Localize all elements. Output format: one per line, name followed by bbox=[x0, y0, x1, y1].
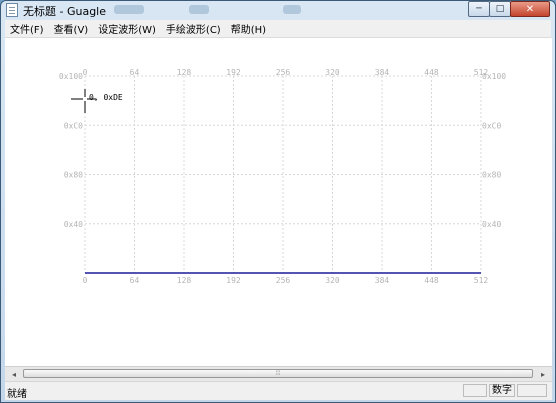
x-tick-label: 256 bbox=[276, 276, 291, 285]
y-tick-label: 0xC0 bbox=[482, 121, 501, 130]
y-tick-label: 0x40 bbox=[64, 220, 83, 229]
scroll-left-button[interactable]: ◂ bbox=[7, 367, 21, 381]
status-panel-num: 数字 bbox=[489, 384, 515, 397]
menu-view[interactable]: 查看(V) bbox=[49, 21, 94, 36]
x-tick-label: 320 bbox=[325, 276, 340, 285]
x-tick-label: 448 bbox=[424, 68, 439, 77]
title-bar[interactable]: 无标题 - Guagle ─ □ ✕ bbox=[1, 1, 555, 20]
x-tick-label: 384 bbox=[375, 68, 390, 77]
status-text: 就绪 bbox=[7, 389, 27, 400]
status-bar: 就绪 数字 bbox=[5, 381, 552, 400]
x-tick-label: 384 bbox=[375, 276, 390, 285]
menu-bar: 文件(F) 查看(V) 设定波形(W) 手绘波形(C) 帮助(H) bbox=[5, 20, 551, 38]
blurred-region bbox=[189, 5, 209, 14]
waveform-plot[interactable]: 0 64 128 192 256 320 384 448 512 0 64 128 192 256 320… bbox=[5, 38, 552, 366]
x-tick-label: 320 bbox=[325, 68, 340, 77]
blurred-region bbox=[283, 5, 301, 14]
app-window: 无标题 - Guagle ─ □ ✕ 文件(F) 查看(V) 设定波形(W) 手… bbox=[0, 0, 556, 403]
horizontal-scrollbar[interactable]: ◂ ⦙⦙⦙ ▸ bbox=[5, 366, 552, 381]
waveform-canvas-area[interactable]: 0 64 128 192 256 320 384 448 512 0 64 128 192 256 320… bbox=[5, 38, 552, 366]
x-tick-label: 256 bbox=[276, 68, 291, 77]
menu-help[interactable]: 帮助(H) bbox=[226, 21, 271, 36]
x-tick-label: 128 bbox=[177, 276, 192, 285]
maximize-button[interactable]: □ bbox=[489, 1, 511, 17]
menu-file[interactable]: 文件(F) bbox=[5, 21, 49, 36]
window-title: 无标题 - Guagle bbox=[23, 5, 107, 18]
x-tick-label: 192 bbox=[226, 68, 241, 77]
x-tick-label: 0 bbox=[83, 68, 88, 77]
x-tick-label: 448 bbox=[424, 276, 439, 285]
app-icon[interactable] bbox=[6, 3, 18, 17]
menu-set-waveform[interactable]: 设定波形(W) bbox=[93, 21, 161, 36]
x-tick-label: 128 bbox=[177, 68, 192, 77]
x-tick-label: 64 bbox=[130, 68, 140, 77]
status-panel-caps bbox=[463, 384, 487, 397]
y-tick-label: 0x100 bbox=[482, 72, 506, 81]
x-tick-label: 64 bbox=[130, 276, 140, 285]
window-controls: ─ □ ✕ bbox=[468, 1, 550, 18]
y-tick-label: 0x80 bbox=[482, 171, 501, 180]
blurred-region bbox=[114, 5, 144, 14]
scroll-thumb[interactable]: ⦙⦙⦙ bbox=[23, 369, 533, 378]
menu-draw-waveform[interactable]: 手绘波形(C) bbox=[161, 21, 226, 36]
scroll-right-button[interactable]: ▸ bbox=[536, 367, 550, 381]
minimize-button[interactable]: ─ bbox=[468, 1, 490, 17]
y-tick-label: 0x80 bbox=[64, 171, 83, 180]
close-button[interactable]: ✕ bbox=[510, 1, 550, 17]
x-tick-label: 192 bbox=[226, 276, 241, 285]
cursor-value-label: 0, 0xDE bbox=[89, 93, 123, 102]
status-panel-scroll bbox=[517, 384, 547, 397]
y-tick-label: 0x40 bbox=[482, 220, 501, 229]
x-tick-label: 512 bbox=[474, 276, 489, 285]
y-tick-label: 0xC0 bbox=[64, 121, 83, 130]
x-tick-label: 0 bbox=[83, 276, 88, 285]
y-tick-label: 0x100 bbox=[59, 72, 83, 81]
